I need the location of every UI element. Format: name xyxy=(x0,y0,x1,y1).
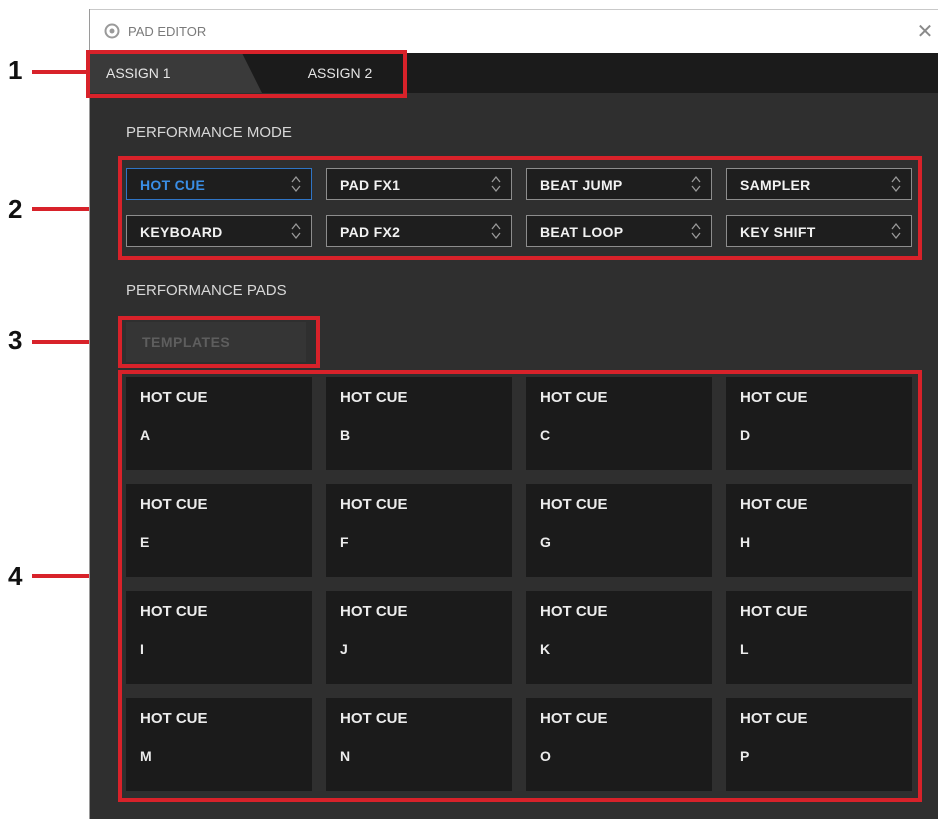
pad-letter: A xyxy=(140,427,151,443)
templates-label: TEMPLATES xyxy=(142,334,231,350)
mode-select-key-shift[interactable]: KEY SHIFT xyxy=(726,215,912,247)
pad-g[interactable]: HOT CUE G xyxy=(526,484,712,577)
pad-letter: G xyxy=(540,534,551,550)
mode-select-beat-loop[interactable]: BEAT LOOP xyxy=(526,215,712,247)
pad-p[interactable]: HOT CUE P xyxy=(726,698,912,791)
mode-select-label: KEY SHIFT xyxy=(740,224,816,240)
templates-button[interactable]: TEMPLATES xyxy=(126,322,306,362)
updown-arrow-icon xyxy=(891,222,901,240)
mode-select-beat-jump[interactable]: BEAT JUMP xyxy=(526,168,712,200)
window-title: PAD EDITOR xyxy=(128,24,207,39)
pad-mode-label: HOT CUE xyxy=(340,496,408,513)
pad-i[interactable]: HOT CUE I xyxy=(126,591,312,684)
pad-k[interactable]: HOT CUE K xyxy=(526,591,712,684)
updown-arrow-icon xyxy=(691,175,701,193)
pad-mode-label: HOT CUE xyxy=(340,389,408,406)
pad-letter: C xyxy=(540,427,551,443)
pad-letter: I xyxy=(140,641,144,657)
callout-line-1 xyxy=(32,70,88,74)
title-bar: PAD EDITOR ✕ xyxy=(90,9,938,54)
pad-b[interactable]: HOT CUE B xyxy=(326,377,512,470)
pad-mode-label: HOT CUE xyxy=(540,710,608,727)
mode-select-hot-cue[interactable]: HOT CUE xyxy=(126,168,312,200)
mode-select-keyboard[interactable]: KEYBOARD xyxy=(126,215,312,247)
mode-select-pad-fx1[interactable]: PAD FX1 xyxy=(326,168,512,200)
callout-number-4: 4 xyxy=(8,561,23,591)
pad-c[interactable]: HOT CUE C xyxy=(526,377,712,470)
pad-letter: L xyxy=(740,641,749,657)
pad-letter: M xyxy=(140,748,152,764)
pad-mode-label: HOT CUE xyxy=(540,389,608,406)
updown-arrow-icon xyxy=(291,175,301,193)
mode-select-label: KEYBOARD xyxy=(140,224,223,240)
updown-arrow-icon xyxy=(491,175,501,193)
pad-editor-window: PAD EDITOR ✕ ASSIGN 1 ASSIGN 2 PERFORMAN… xyxy=(89,9,938,819)
pad-mode-label: HOT CUE xyxy=(540,603,608,620)
performance-mode-label: PERFORMANCE MODE xyxy=(126,124,292,141)
mode-select-sampler[interactable]: SAMPLER xyxy=(726,168,912,200)
pad-letter: K xyxy=(540,641,551,657)
performance-pads-label: PERFORMANCE PADS xyxy=(126,282,287,299)
pad-letter: E xyxy=(140,534,150,550)
pad-f[interactable]: HOT CUE F xyxy=(326,484,512,577)
mode-select-label: SAMPLER xyxy=(740,177,811,193)
mode-select-label: BEAT LOOP xyxy=(540,224,624,240)
updown-arrow-icon xyxy=(891,175,901,193)
pad-letter: D xyxy=(740,427,751,443)
close-button[interactable]: ✕ xyxy=(911,18,938,46)
callout-number-2: 2 xyxy=(8,194,23,224)
pad-d[interactable]: HOT CUE D xyxy=(726,377,912,470)
pad-letter: O xyxy=(540,748,551,764)
pad-letter: P xyxy=(740,748,750,764)
pad-a[interactable]: HOT CUE A xyxy=(126,377,312,470)
pad-h[interactable]: HOT CUE H xyxy=(726,484,912,577)
updown-arrow-icon xyxy=(691,222,701,240)
updown-arrow-icon xyxy=(291,222,301,240)
pad-o[interactable]: HOT CUE O xyxy=(526,698,712,791)
pad-l[interactable]: HOT CUE L xyxy=(726,591,912,684)
pad-m[interactable]: HOT CUE M xyxy=(126,698,312,791)
pad-mode-label: HOT CUE xyxy=(740,389,808,406)
updown-arrow-icon xyxy=(491,222,501,240)
pad-mode-label: HOT CUE xyxy=(540,496,608,513)
mode-select-label: PAD FX1 xyxy=(340,177,401,193)
pad-mode-label: HOT CUE xyxy=(140,710,208,727)
callout-number-1: 1 xyxy=(8,55,23,85)
pad-letter: N xyxy=(340,748,351,764)
tab-assign-1[interactable]: ASSIGN 1 xyxy=(90,53,262,93)
mode-select-label: HOT CUE xyxy=(140,177,206,193)
pad-letter: B xyxy=(340,427,351,443)
mode-select-pad-fx2[interactable]: PAD FX2 xyxy=(326,215,512,247)
pad-letter: H xyxy=(740,534,751,550)
pad-mode-label: HOT CUE xyxy=(140,389,208,406)
pad-mode-label: HOT CUE xyxy=(740,603,808,620)
callout-number-3: 3 xyxy=(8,325,23,355)
mode-select-label: PAD FX2 xyxy=(340,224,401,240)
pad-mode-label: HOT CUE xyxy=(740,496,808,513)
tab-assign-2[interactable]: ASSIGN 2 xyxy=(270,53,410,93)
pad-letter: F xyxy=(340,534,349,550)
pad-mode-label: HOT CUE xyxy=(740,710,808,727)
pad-letter: J xyxy=(340,641,348,657)
pad-e[interactable]: HOT CUE E xyxy=(126,484,312,577)
pad-mode-label: HOT CUE xyxy=(140,603,208,620)
gear-icon xyxy=(104,23,120,39)
pad-mode-label: HOT CUE xyxy=(340,710,408,727)
pad-mode-label: HOT CUE xyxy=(340,603,408,620)
pad-j[interactable]: HOT CUE J xyxy=(326,591,512,684)
pad-n[interactable]: HOT CUE N xyxy=(326,698,512,791)
tab-bar: ASSIGN 1 ASSIGN 2 xyxy=(90,53,938,93)
mode-select-label: BEAT JUMP xyxy=(540,177,623,193)
pad-mode-label: HOT CUE xyxy=(140,496,208,513)
close-icon: ✕ xyxy=(916,21,934,43)
